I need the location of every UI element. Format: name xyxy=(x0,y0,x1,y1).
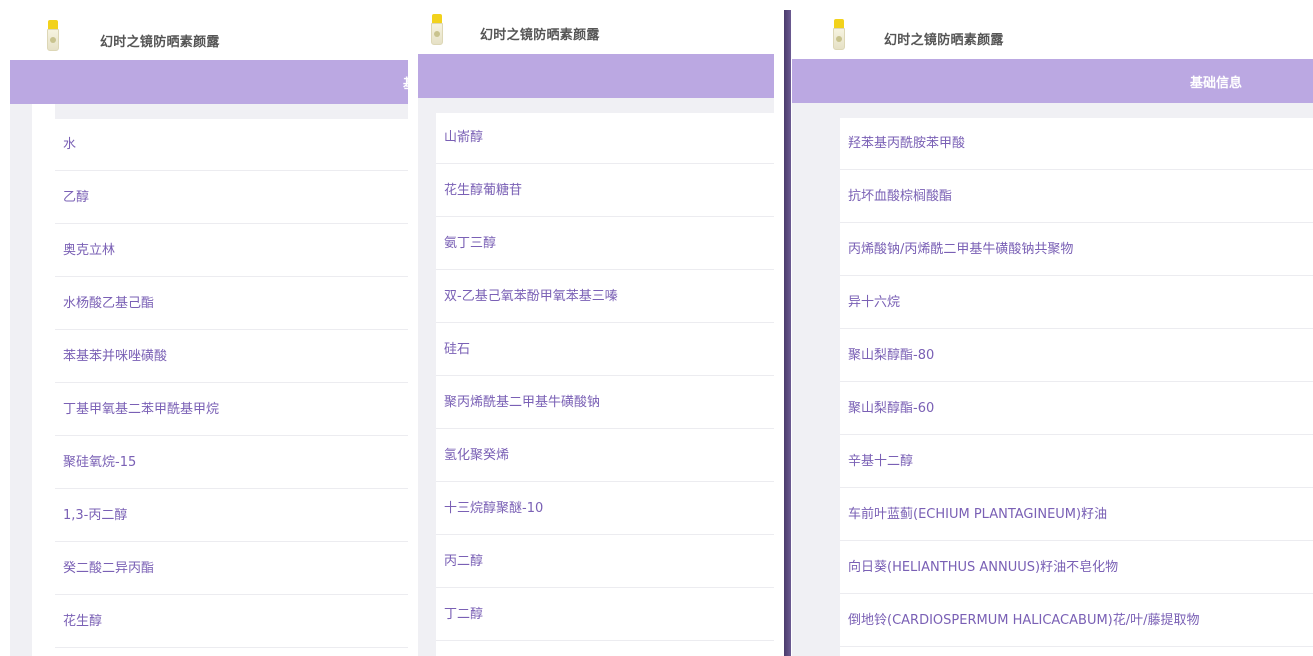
ingredient-item[interactable]: 辛基十二醇 xyxy=(840,435,1313,488)
side-gutter xyxy=(418,98,436,656)
ingredient-item[interactable]: 苯基苯并咪唑磺酸 xyxy=(55,330,408,383)
product-title: 幻时之镜防晒素颜露 xyxy=(480,28,600,43)
tab-bar: 基础信息 xyxy=(10,60,408,104)
ingredient-item[interactable]: 车前叶蓝蓟(ECHIUM PLANTAGINEUM)籽油 xyxy=(840,488,1313,541)
ingredient-item[interactable]: 聚山梨醇酯-60 xyxy=(840,382,1313,435)
ingredient-item[interactable]: 山嵛醇 xyxy=(436,111,774,164)
ingredient-item[interactable]: 丁二醇 xyxy=(436,588,774,641)
list-subheader xyxy=(55,104,408,119)
ingredient-list: 羟苯基丙酰胺苯甲酸 抗坏血酸棕榈酸酯 丙烯酸钠/丙烯酰二甲基牛磺酸钠共聚物 异十… xyxy=(840,117,1313,647)
ingredient-item[interactable]: 双-乙基己氧苯酚甲氧苯基三嗪 xyxy=(436,270,774,323)
ingredient-item[interactable]: 抗坏血酸棕榈酸酯 xyxy=(840,170,1313,223)
product-header: 幻时之镜防晒素颜露 xyxy=(10,0,408,60)
ingredient-item[interactable]: 1,3-丙二醇 xyxy=(55,489,408,542)
ingredient-item[interactable]: 水杨酸乙基己酯 xyxy=(55,277,408,330)
ingredient-item[interactable]: 丙二醇 xyxy=(436,535,774,588)
ingredient-item[interactable]: 聚山梨醇酯-80 xyxy=(840,329,1313,382)
screenshot-panel-1: 幻时之镜防晒素颜露 基础信息 水 乙醇 奥克立林 水杨酸乙基己酯 苯基苯并咪唑磺… xyxy=(10,0,408,656)
side-gutter xyxy=(792,103,840,656)
screenshot-panel-2: 幻时之镜防晒素颜露 山嵛醇 花生醇葡糖苷 氨丁三醇 双-乙基己氧苯酚甲氧苯基三嗪… xyxy=(418,0,774,656)
ingredient-list-container: 山嵛醇 花生醇葡糖苷 氨丁三醇 双-乙基己氧苯酚甲氧苯基三嗪 硅石 聚丙烯酰基二… xyxy=(418,98,774,656)
list-subheader xyxy=(840,103,1313,118)
ingredient-list-container: 羟苯基丙酰胺苯甲酸 抗坏血酸棕榈酸酯 丙烯酸钠/丙烯酰二甲基牛磺酸钠共聚物 异十… xyxy=(792,103,1313,656)
sunscreen-bottle-icon xyxy=(828,19,852,55)
ingredient-item[interactable]: 向日葵(HELIANTHUS ANNUUS)籽油不皂化物 xyxy=(840,541,1313,594)
ingredient-item[interactable]: 乙醇 xyxy=(55,171,408,224)
ingredient-item[interactable]: 奥克立林 xyxy=(55,224,408,277)
ingredient-list-container: 水 乙醇 奥克立林 水杨酸乙基己酯 苯基苯并咪唑磺酸 丁基甲氧基二苯甲酰基甲烷 … xyxy=(10,104,408,656)
ingredient-item[interactable]: 硅石 xyxy=(436,323,774,376)
ingredient-item[interactable]: 丙烯酸钠/丙烯酰二甲基牛磺酸钠共聚物 xyxy=(840,223,1313,276)
ingredient-list: 山嵛醇 花生醇葡糖苷 氨丁三醇 双-乙基己氧苯酚甲氧苯基三嗪 硅石 聚丙烯酰基二… xyxy=(436,111,774,641)
side-gutter xyxy=(10,104,32,656)
sunscreen-bottle-icon xyxy=(426,14,450,50)
product-header: 幻时之镜防晒素颜露 xyxy=(418,0,774,54)
screenshot-panel-3: 幻时之镜防晒素颜露 基础信息 羟苯基丙酰胺苯甲酸 抗坏血酸棕榈酸酯 丙烯酸钠/丙… xyxy=(792,0,1313,656)
tab-bar: 基础信息 xyxy=(792,59,1313,103)
ingredient-item[interactable]: 氢化聚癸烯 xyxy=(436,429,774,482)
sunscreen-bottle-icon xyxy=(42,20,66,56)
panel-divider xyxy=(784,10,791,656)
ingredient-item[interactable]: 水 xyxy=(55,118,408,171)
tab-basic-info[interactable]: 基础信息 xyxy=(403,73,408,92)
ingredient-item[interactable]: 癸二酸二异丙酯 xyxy=(55,542,408,595)
ingredient-item[interactable]: 聚硅氧烷-15 xyxy=(55,436,408,489)
ingredient-item[interactable]: 氨丁三醇 xyxy=(436,217,774,270)
product-title: 幻时之镜防晒素颜露 xyxy=(100,35,220,50)
product-title: 幻时之镜防晒素颜露 xyxy=(884,33,1004,48)
ingredient-item[interactable]: 异十六烷 xyxy=(840,276,1313,329)
ingredient-item[interactable]: 倒地铃(CARDIOSPERMUM HALICACABUM)花/叶/藤提取物 xyxy=(840,594,1313,647)
ingredient-item[interactable]: 十三烷醇聚醚-10 xyxy=(436,482,774,535)
tab-bar xyxy=(418,54,774,98)
ingredient-item[interactable]: 丁基甲氧基二苯甲酰基甲烷 xyxy=(55,383,408,436)
ingredient-list: 水 乙醇 奥克立林 水杨酸乙基己酯 苯基苯并咪唑磺酸 丁基甲氧基二苯甲酰基甲烷 … xyxy=(55,118,408,648)
ingredient-item[interactable]: 羟苯基丙酰胺苯甲酸 xyxy=(840,117,1313,170)
tab-basic-info[interactable]: 基础信息 xyxy=(1190,72,1242,91)
ingredient-item[interactable]: 聚丙烯酰基二甲基牛磺酸钠 xyxy=(436,376,774,429)
ingredient-item[interactable]: 花生醇 xyxy=(55,595,408,648)
ingredient-item[interactable]: 花生醇葡糖苷 xyxy=(436,164,774,217)
